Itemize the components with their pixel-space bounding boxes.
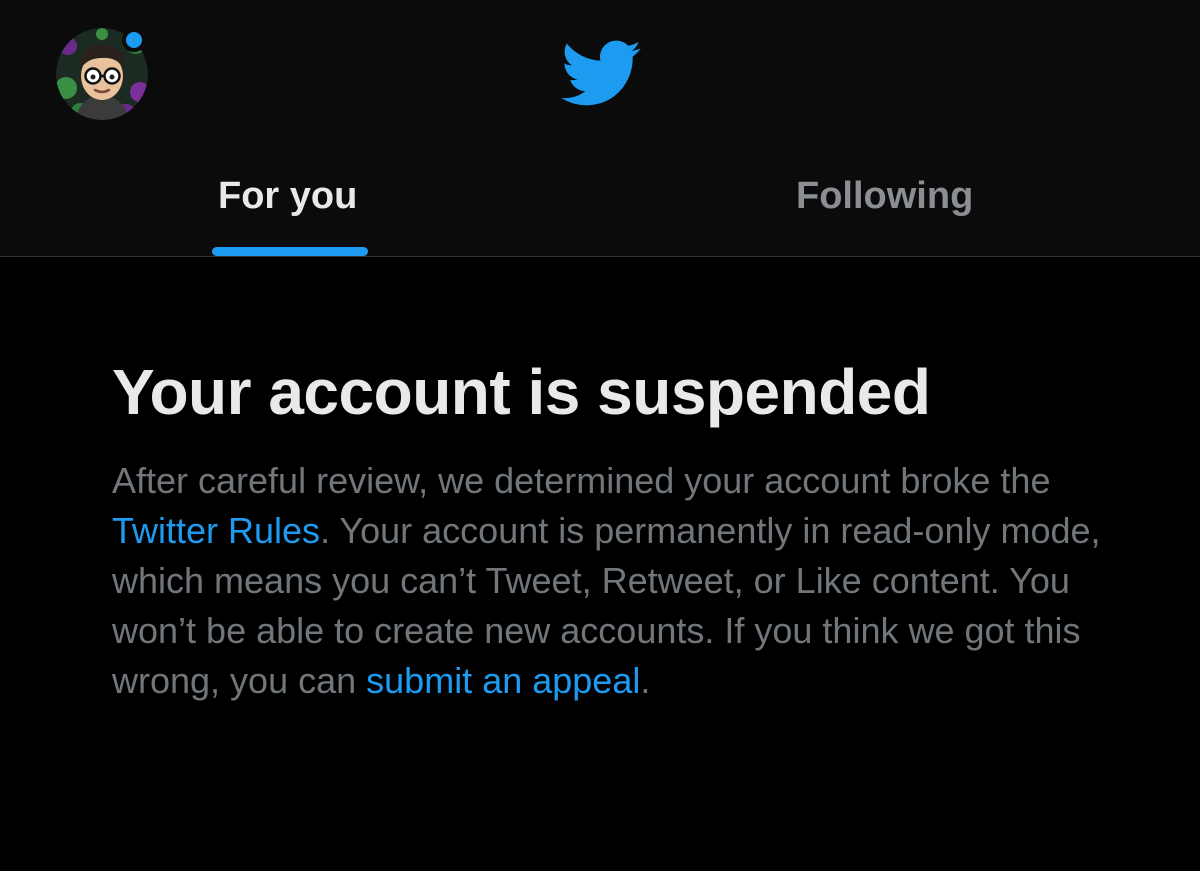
twitter-bird-icon[interactable] (558, 38, 642, 108)
twitter-rules-link[interactable]: Twitter Rules (112, 510, 320, 551)
header-divider (0, 256, 1200, 257)
message-text-part-3: . (640, 660, 651, 701)
submit-appeal-link[interactable]: submit an appeal (366, 660, 640, 701)
active-tab-indicator (212, 247, 368, 256)
message-text-part-1: After careful review, we determined your… (112, 460, 1051, 501)
tab-for-you-label: For you (218, 175, 358, 217)
tab-for-you[interactable]: For you (150, 150, 430, 256)
tab-following[interactable]: Following (740, 150, 1040, 256)
profile-avatar-button[interactable] (56, 28, 148, 120)
page-title: Your account is suspended (112, 356, 931, 428)
top-navigation-bar: For you Following (0, 0, 1200, 257)
suspension-notice: Your account is suspended After careful … (112, 350, 1112, 706)
suspension-message: After careful review, we determined your… (112, 456, 1112, 706)
notification-dot (122, 28, 146, 52)
tab-following-label: Following (796, 175, 974, 217)
timeline-tabs: For you Following (0, 150, 1200, 256)
